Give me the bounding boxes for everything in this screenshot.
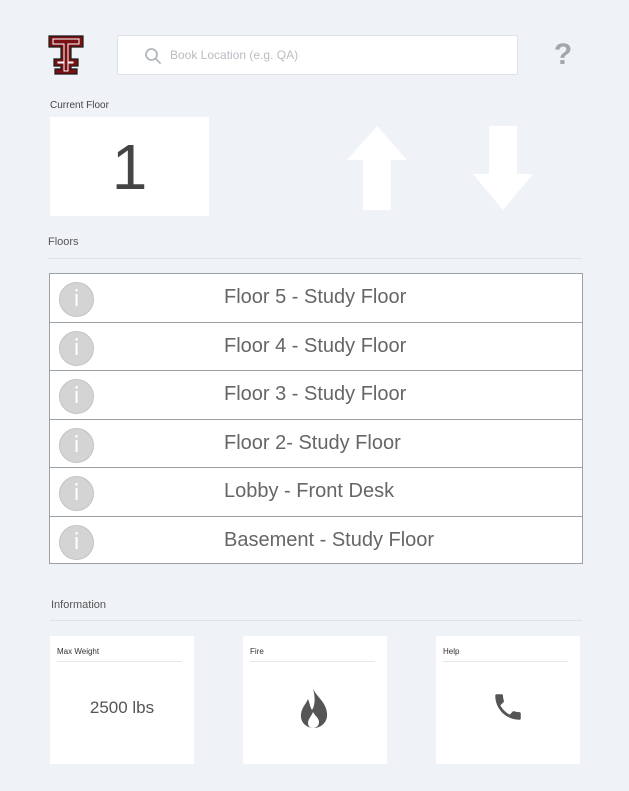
- search-bar[interactable]: [117, 35, 518, 75]
- floor-row-basement[interactable]: i Basement - Study Floor: [50, 517, 582, 566]
- phone-icon: [495, 694, 521, 720]
- floor-name: Floor 2- Study Floor: [224, 431, 401, 454]
- current-floor-label: Current Floor: [50, 100, 109, 111]
- max-weight-card: Max Weight 2500 lbs: [50, 636, 194, 764]
- floor-name: Floor 5 - Study Floor: [224, 286, 407, 308]
- current-floor-value: 1: [111, 130, 148, 203]
- info-icon[interactable]: i: [59, 476, 94, 511]
- info-icon[interactable]: i: [59, 524, 94, 560]
- floor-list: i Floor 5 - Study Floor i Floor 4 - Stud…: [49, 273, 583, 564]
- info-icon[interactable]: i: [59, 379, 94, 414]
- floors-divider: [48, 258, 582, 259]
- card-divider: [57, 661, 182, 662]
- fire-card[interactable]: Fire: [243, 636, 387, 764]
- floor-row-3[interactable]: i Floor 3 - Study Floor: [50, 371, 582, 420]
- floors-section-label: Floors: [48, 236, 79, 248]
- card-divider: [250, 661, 375, 662]
- information-section-label: Information: [51, 599, 107, 611]
- floor-name: Lobby - Front Desk: [224, 480, 395, 502]
- floor-name: Floor 3 - Study Floor: [224, 383, 407, 405]
- floor-name: Floor 4 - Study Floor: [224, 334, 407, 357]
- help-button[interactable]: ?: [549, 38, 577, 72]
- texas-tech-logo[interactable]: [48, 35, 84, 75]
- floor-row-lobby[interactable]: i Lobby - Front Desk: [50, 468, 582, 517]
- card-title: Fire: [250, 647, 264, 656]
- card-title: Help: [443, 647, 460, 656]
- card-divider: [443, 661, 568, 662]
- floor-row-5[interactable]: i Floor 5 - Study Floor: [50, 274, 582, 323]
- max-weight-value: 2500 lbs: [89, 698, 155, 717]
- current-floor-display: 1: [50, 117, 209, 216]
- card-title: Max Weight: [57, 647, 100, 656]
- info-icon[interactable]: i: [59, 330, 94, 366]
- floor-name: Basement - Study Floor: [224, 528, 435, 551]
- search-icon: [145, 48, 161, 64]
- info-icon[interactable]: i: [59, 427, 94, 463]
- arrow-down-icon[interactable]: [472, 124, 534, 212]
- info-icon[interactable]: i: [59, 282, 94, 317]
- arrow-up-icon[interactable]: [346, 124, 408, 212]
- help-card[interactable]: Help: [436, 636, 580, 764]
- floor-row-2[interactable]: i Floor 2- Study Floor: [50, 420, 582, 468]
- fire-icon: [300, 686, 328, 728]
- information-divider: [50, 620, 582, 621]
- floor-row-4[interactable]: i Floor 4 - Study Floor: [50, 323, 582, 371]
- search-input[interactable]: [170, 44, 500, 66]
